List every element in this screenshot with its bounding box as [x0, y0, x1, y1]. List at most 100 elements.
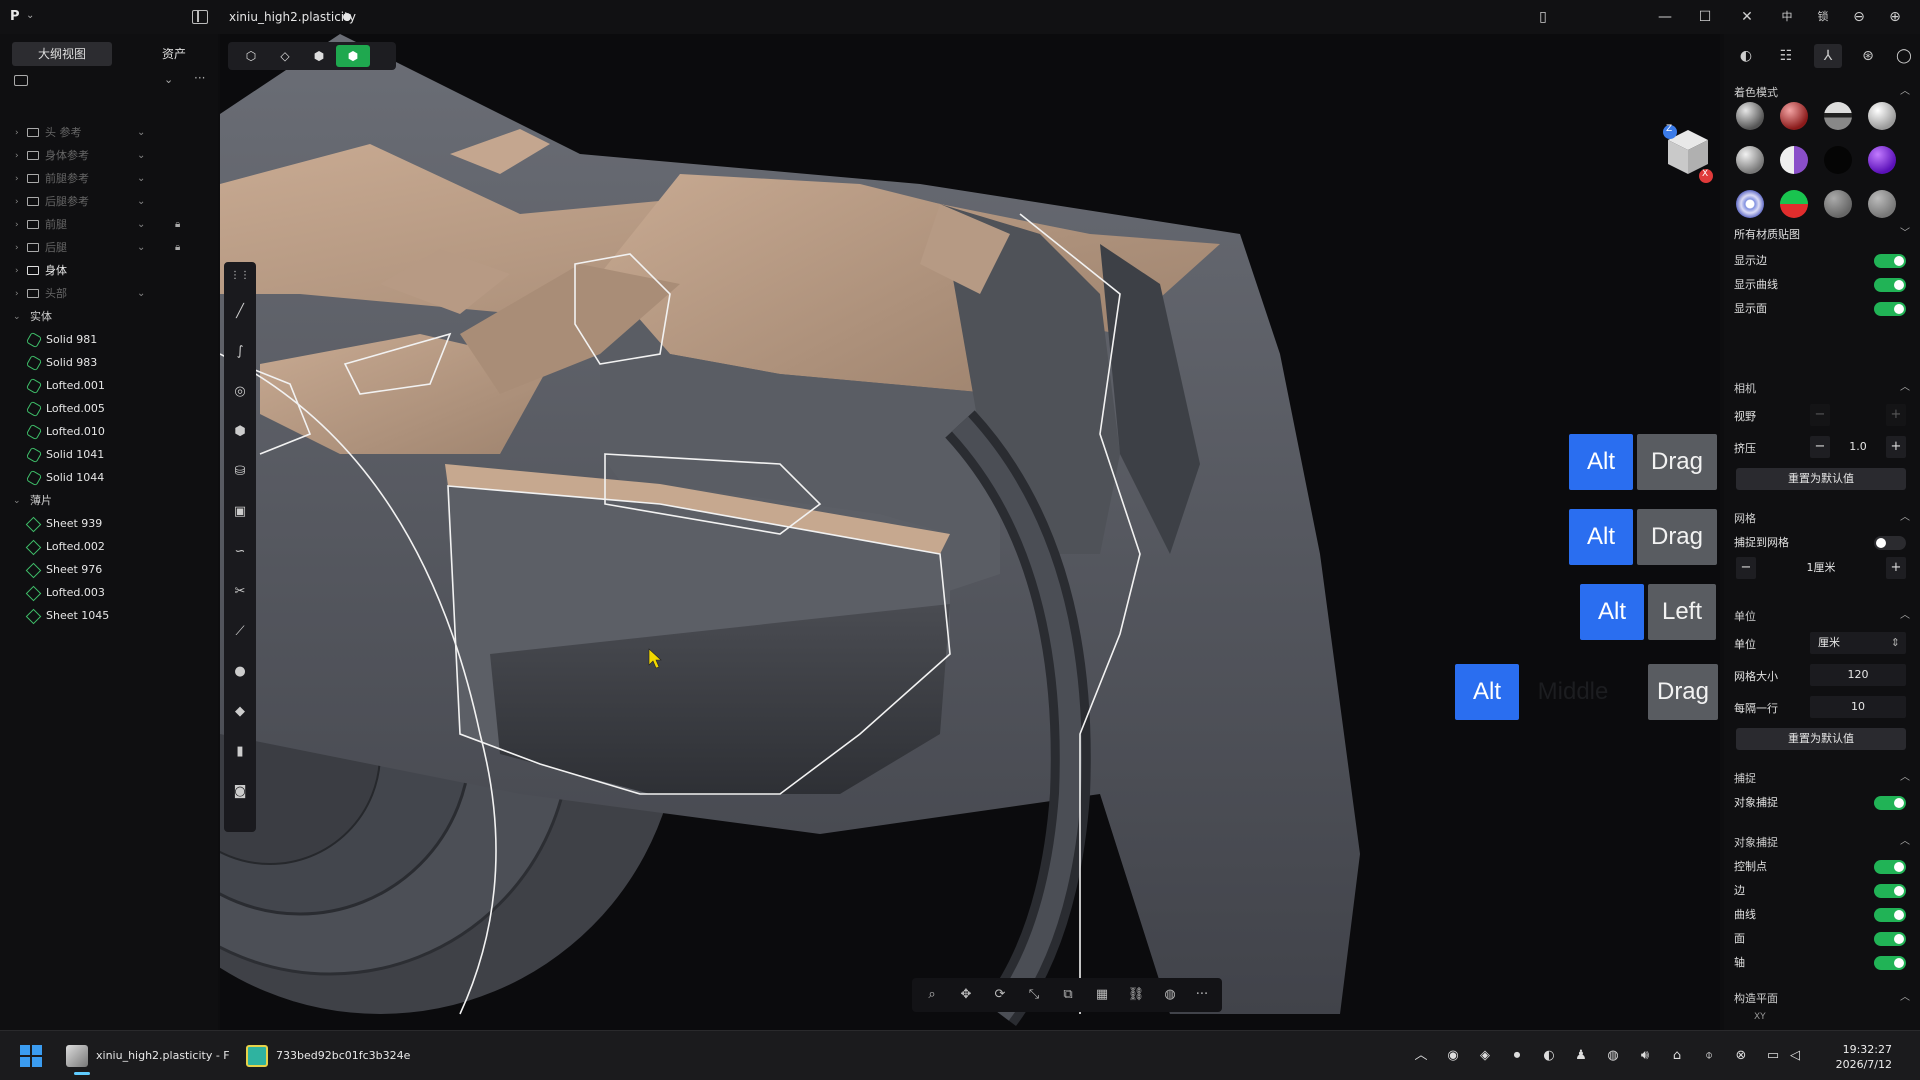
tree-group[interactable]: › 前腿 ⌄ 🔒︎ — [0, 214, 218, 236]
layers-icon[interactable]: ☷ — [1772, 44, 1800, 68]
volume-icon[interactable]: 🔊︎ — [1636, 1047, 1654, 1065]
chevron-right-icon[interactable]: › — [15, 168, 19, 190]
polygon-tool-icon[interactable]: ⬢ — [230, 422, 250, 442]
move-icon[interactable]: ✥ — [956, 985, 976, 1005]
lock-icon[interactable]: 🔒︎ — [175, 237, 180, 259]
taskbar-app-plasticity[interactable]: xiniu_high2.plasticity - F — [64, 1039, 234, 1075]
tab-assets[interactable]: 资产 — [124, 42, 224, 66]
box-tool-icon[interactable]: ◆ — [230, 702, 250, 722]
extrude-tool-icon[interactable]: ⛁ — [230, 462, 250, 482]
tray-qq-icon[interactable]: ♟ — [1572, 1047, 1590, 1065]
matcap-ball[interactable] — [1824, 146, 1852, 174]
steam-icon[interactable]: ◉ — [1444, 1047, 1462, 1065]
list-item[interactable]: Lofted.001 — [0, 375, 218, 397]
tree-group[interactable]: › 身体 — [0, 260, 218, 282]
chevron-right-icon[interactable]: › — [15, 283, 19, 305]
construction-plane-xy[interactable]: XY — [1754, 1012, 1766, 1022]
decrement-button[interactable]: − — [1810, 436, 1830, 458]
squash-value[interactable]: 1.0 — [1832, 436, 1884, 458]
duplicate-icon[interactable]: ⧉ — [1058, 985, 1078, 1005]
visibility-icon[interactable]: ⌄ — [137, 191, 145, 213]
new-folder-icon[interactable] — [14, 75, 28, 86]
matcap-ball[interactable] — [1780, 102, 1808, 130]
matcap-ball[interactable] — [1780, 146, 1808, 174]
visibility-icon[interactable]: ⌄ — [137, 168, 145, 190]
tray-app-icon[interactable]: ◈ — [1476, 1047, 1494, 1065]
sidebar-toggle-icon[interactable] — [192, 10, 208, 24]
sheets-section-header[interactable]: ⌄ 薄片 — [0, 490, 218, 512]
matcap-ball[interactable] — [1868, 146, 1896, 174]
trim-tool-icon[interactable]: ✂ — [230, 582, 250, 602]
grid-sphere-icon[interactable]: ⊛ — [1854, 44, 1882, 68]
group-icon[interactable]: ▦ — [1092, 985, 1112, 1005]
solids-section-header[interactable]: ⌄ 实体 — [0, 306, 218, 328]
snap-item-toggle[interactable] — [1874, 908, 1906, 922]
grid-step-value[interactable]: 1厘米 — [1758, 557, 1884, 579]
snap-to-grid-toggle[interactable] — [1874, 536, 1906, 550]
list-item[interactable]: Sheet 1045 — [0, 605, 218, 627]
zoom-out-icon[interactable]: ⊖ — [1848, 7, 1870, 27]
tray-close-icon[interactable]: ⊗ — [1732, 1047, 1750, 1065]
microphone-icon[interactable]: ⌽ — [1700, 1047, 1718, 1065]
list-item[interactable]: Solid 1044 — [0, 467, 218, 489]
solid-mode-icon[interactable]: ⬢ — [336, 45, 370, 67]
drag-handle-icon[interactable]: ⋮⋮ — [230, 266, 250, 286]
snap-item-toggle[interactable] — [1874, 932, 1906, 946]
settings-circle-icon[interactable]: ◯ — [1890, 44, 1918, 68]
chevron-down-icon[interactable]: ⌄ — [13, 306, 21, 328]
tree-group[interactable]: › 身体参考 ⌄ — [0, 145, 218, 167]
xray-icon[interactable]: ◐ — [1732, 44, 1760, 68]
tree-group[interactable]: › 前腿参考 ⌄ — [0, 168, 218, 190]
more-icon[interactable]: ··· — [1192, 985, 1212, 1005]
chevron-right-icon[interactable]: › — [15, 191, 19, 213]
grid-size-input[interactable]: 120 — [1810, 664, 1906, 686]
fov-stepper[interactable]: − + — [1810, 404, 1906, 426]
chevron-up-icon[interactable]: ︿ — [1900, 508, 1910, 523]
chevron-up-icon[interactable]: ︿ — [1900, 378, 1910, 393]
chevron-down-icon[interactable]: ﹀ — [1900, 224, 1910, 239]
chevron-up-icon[interactable]: ︿ — [1900, 832, 1910, 847]
face-mode-icon[interactable]: ⬢ — [302, 45, 336, 67]
matcap-ball[interactable] — [1736, 102, 1764, 130]
reset-camera-button[interactable]: 重置为默认值 — [1736, 468, 1906, 490]
chevron-up-icon[interactable]: ︿ — [1900, 768, 1910, 783]
network-icon[interactable]: ▭ — [1764, 1047, 1782, 1065]
zoom-in-icon[interactable]: ⊕ — [1884, 7, 1906, 27]
list-item[interactable]: Lofted.005 — [0, 398, 218, 420]
boolean-tool-icon[interactable]: ◙ — [230, 782, 250, 802]
usb-icon[interactable]: ⌂ — [1668, 1047, 1686, 1065]
sphere-tool-icon[interactable]: ● — [230, 662, 250, 682]
search-icon[interactable]: ⌕ — [922, 985, 942, 1005]
ime-mode-indicator[interactable]: 锁 — [1812, 7, 1834, 27]
list-item[interactable]: Solid 983 — [0, 352, 218, 374]
model-render[interactable] — [220, 34, 1720, 1030]
curve-tool-icon[interactable]: ∫ — [230, 342, 250, 362]
material-select[interactable]: 所有材质贴图 — [1734, 226, 1800, 242]
matcap-ball[interactable] — [1824, 190, 1852, 218]
increment-button[interactable]: + — [1886, 557, 1906, 579]
chevron-right-icon[interactable]: › — [15, 122, 19, 144]
chevron-right-icon[interactable]: › — [15, 214, 19, 236]
increment-button[interactable]: + — [1886, 436, 1906, 458]
chevron-right-icon[interactable]: › — [15, 145, 19, 167]
visibility-icon[interactable]: ⌄ — [137, 122, 145, 144]
3d-viewport[interactable]: ⬡ ◇ ⬢ ⬢ ⋮⋮ ╱ ∫ ◎ ⬢ ⛁ ▣ ∽ ✂ ⟋ ● ◆ ▮ ◙ Z X… — [220, 34, 1720, 1030]
knife-tool-icon[interactable]: ⟋ — [230, 622, 250, 642]
visibility-icon[interactable]: ⌄ — [137, 283, 145, 305]
tray-overflow-icon[interactable]: ︿ — [1412, 1047, 1430, 1065]
visibility-icon[interactable]: ⌄ — [137, 214, 145, 236]
squash-stepper[interactable]: − 1.0 + — [1810, 436, 1906, 458]
matcap-ball[interactable] — [1824, 102, 1852, 130]
scale-icon[interactable]: ⤡ — [1024, 985, 1044, 1005]
chevron-up-icon[interactable]: ︿ — [1900, 82, 1910, 97]
tree-group[interactable]: › 后腿 ⌄ 🔒︎ — [0, 237, 218, 259]
show-faces-toggle[interactable] — [1874, 302, 1906, 316]
decrement-button[interactable]: − — [1736, 557, 1756, 579]
snap-item-toggle[interactable] — [1874, 860, 1906, 874]
matcap-ball[interactable] — [1868, 102, 1896, 130]
visibility-icon[interactable]: ⌄ — [137, 237, 145, 259]
matcap-ball[interactable] — [1868, 190, 1896, 218]
navigation-cube[interactable]: Z X — [1660, 94, 1716, 184]
close-icon[interactable]: ✕ — [1736, 7, 1758, 27]
chevron-down-icon[interactable]: ⌄ — [164, 73, 173, 86]
